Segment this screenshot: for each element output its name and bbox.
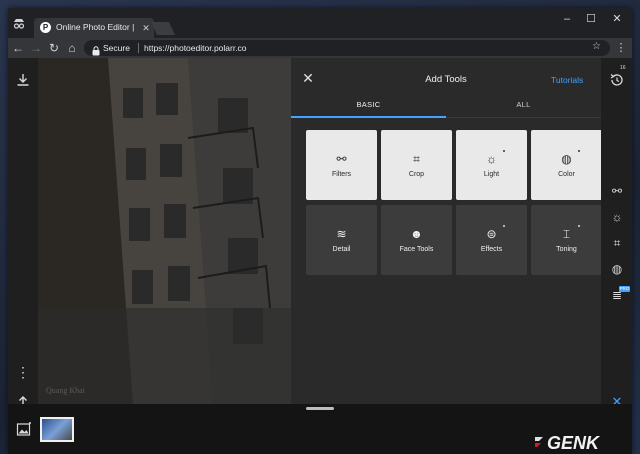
title-bar: P Online Photo Editor | Pol ✕ – ☐ ✕ xyxy=(8,8,632,38)
photo-thumbnail[interactable] xyxy=(40,417,74,442)
genk-logo: GENK xyxy=(533,431,628,453)
tool-tile-effects[interactable]: ⊜ Effects xyxy=(456,205,527,275)
tool-label: Face Tools xyxy=(399,246,434,253)
tab-close-icon[interactable]: ✕ xyxy=(140,21,152,35)
new-tab-button[interactable] xyxy=(150,22,176,35)
panel-tabs: BASIC ALL xyxy=(291,94,601,118)
reload-icon[interactable]: ↻ xyxy=(46,40,62,56)
crop-icon: ⌗ xyxy=(413,152,420,166)
pinned-dot xyxy=(578,225,580,227)
address-bar[interactable]: Secure https://photoeditor.polarr.co ☆ xyxy=(84,40,610,56)
tool-label: Crop xyxy=(408,171,425,178)
add-image-icon[interactable] xyxy=(16,421,32,437)
home-icon[interactable]: ⌂ xyxy=(64,40,80,56)
pinned-dot xyxy=(503,225,505,227)
tool-label: Color xyxy=(558,171,575,178)
tool-tile-detail[interactable]: ≋ Detail xyxy=(306,205,377,275)
left-toolbar: ⋮ xyxy=(8,58,38,409)
light-icon: ☼ xyxy=(486,152,497,166)
url-text[interactable]: https://photoeditor.polarr.co xyxy=(144,42,247,54)
detail-icon: ≋ xyxy=(336,227,347,241)
right-toolbar: 16 ⚯ ☼ ⌗ ◍ ≣ PRO ✕ xyxy=(601,58,632,409)
pro-badge: PRO xyxy=(619,286,630,292)
tool-tile-crop[interactable]: ⌗ Crop xyxy=(381,130,452,200)
face-tools-icon: ☻ xyxy=(410,227,423,241)
tool-label: Detail xyxy=(332,246,351,253)
tab-title: Online Photo Editor | Pol xyxy=(56,22,136,32)
color-rail-icon[interactable]: ◍ xyxy=(609,262,625,276)
download-icon[interactable] xyxy=(15,72,31,88)
tool-label: Filters xyxy=(331,171,352,178)
incognito-icon xyxy=(12,16,26,30)
photo-editor-app: ⋮ Quang Khai ✕ Add Tools Tutorials BASIC… xyxy=(8,58,632,454)
history-icon[interactable] xyxy=(609,72,625,88)
bookmark-star-icon[interactable]: ☆ xyxy=(592,41,601,52)
secure-label: Secure xyxy=(103,43,130,53)
pinned-dot xyxy=(578,150,580,152)
tool-tile-toning[interactable]: ⌶ Toning xyxy=(531,205,602,275)
browser-toolbar: ← → ↻ ⌂ Secure https://photoeditor.polar… xyxy=(8,38,632,58)
maximize-button[interactable]: ☐ xyxy=(578,10,604,28)
close-panel-icon[interactable]: ✕ xyxy=(301,70,315,86)
effects-icon: ⊜ xyxy=(486,227,497,241)
tool-tile-color[interactable]: ◍ Color xyxy=(531,130,602,200)
light-rail-icon[interactable]: ☼ xyxy=(609,210,625,224)
address-separator xyxy=(138,43,139,53)
minimize-button[interactable]: – xyxy=(554,10,580,28)
history-count: 16 xyxy=(620,65,626,71)
tutorials-link[interactable]: Tutorials xyxy=(551,75,583,85)
tool-tile-face-tools[interactable]: ☻ Face Tools xyxy=(381,205,452,275)
panel-title: Add Tools xyxy=(425,74,467,85)
tool-tile-filters[interactable]: ⚯ Filters xyxy=(306,130,377,200)
genk-logo-text: GENK xyxy=(547,433,601,453)
browser-window: P Online Photo Editor | Pol ✕ – ☐ ✕ ← → … xyxy=(8,8,632,454)
filmstrip: GENK xyxy=(8,404,632,454)
svg-text:Quang Khai: Quang Khai xyxy=(46,386,86,395)
browser-tab[interactable]: P Online Photo Editor | Pol ✕ xyxy=(34,18,154,38)
color-icon: ◍ xyxy=(561,152,572,166)
tab-all[interactable]: ALL xyxy=(446,94,601,118)
back-arrow-icon[interactable]: ← xyxy=(10,40,26,56)
toning-icon: ⌶ xyxy=(562,227,571,241)
tool-tile-light[interactable]: ☼ Light xyxy=(456,130,527,200)
filters-rail-icon[interactable]: ⚯ xyxy=(609,184,625,198)
tool-label: Light xyxy=(483,171,500,178)
photo-canvas[interactable]: Quang Khai xyxy=(38,58,291,404)
photo-image: Quang Khai xyxy=(38,58,291,404)
tab-basic[interactable]: BASIC xyxy=(291,94,446,118)
close-window-button[interactable]: ✕ xyxy=(604,10,630,28)
filters-icon: ⚯ xyxy=(336,152,347,166)
browser-menu-icon[interactable]: ⋮ xyxy=(614,40,628,56)
panel-drag-handle[interactable] xyxy=(306,407,334,410)
lock-icon xyxy=(92,43,100,56)
add-tools-panel: ✕ Add Tools Tutorials BASIC ALL ⚯ Filters… xyxy=(291,58,602,404)
more-options-icon[interactable]: ⋮ xyxy=(15,364,31,380)
crop-rail-icon[interactable]: ⌗ xyxy=(609,236,625,250)
pinned-dot xyxy=(503,150,505,152)
tool-label: Toning xyxy=(556,246,577,253)
polarr-favicon-icon: P xyxy=(40,22,51,33)
tool-label: Effects xyxy=(480,246,503,253)
forward-arrow-icon[interactable]: → xyxy=(28,40,44,56)
